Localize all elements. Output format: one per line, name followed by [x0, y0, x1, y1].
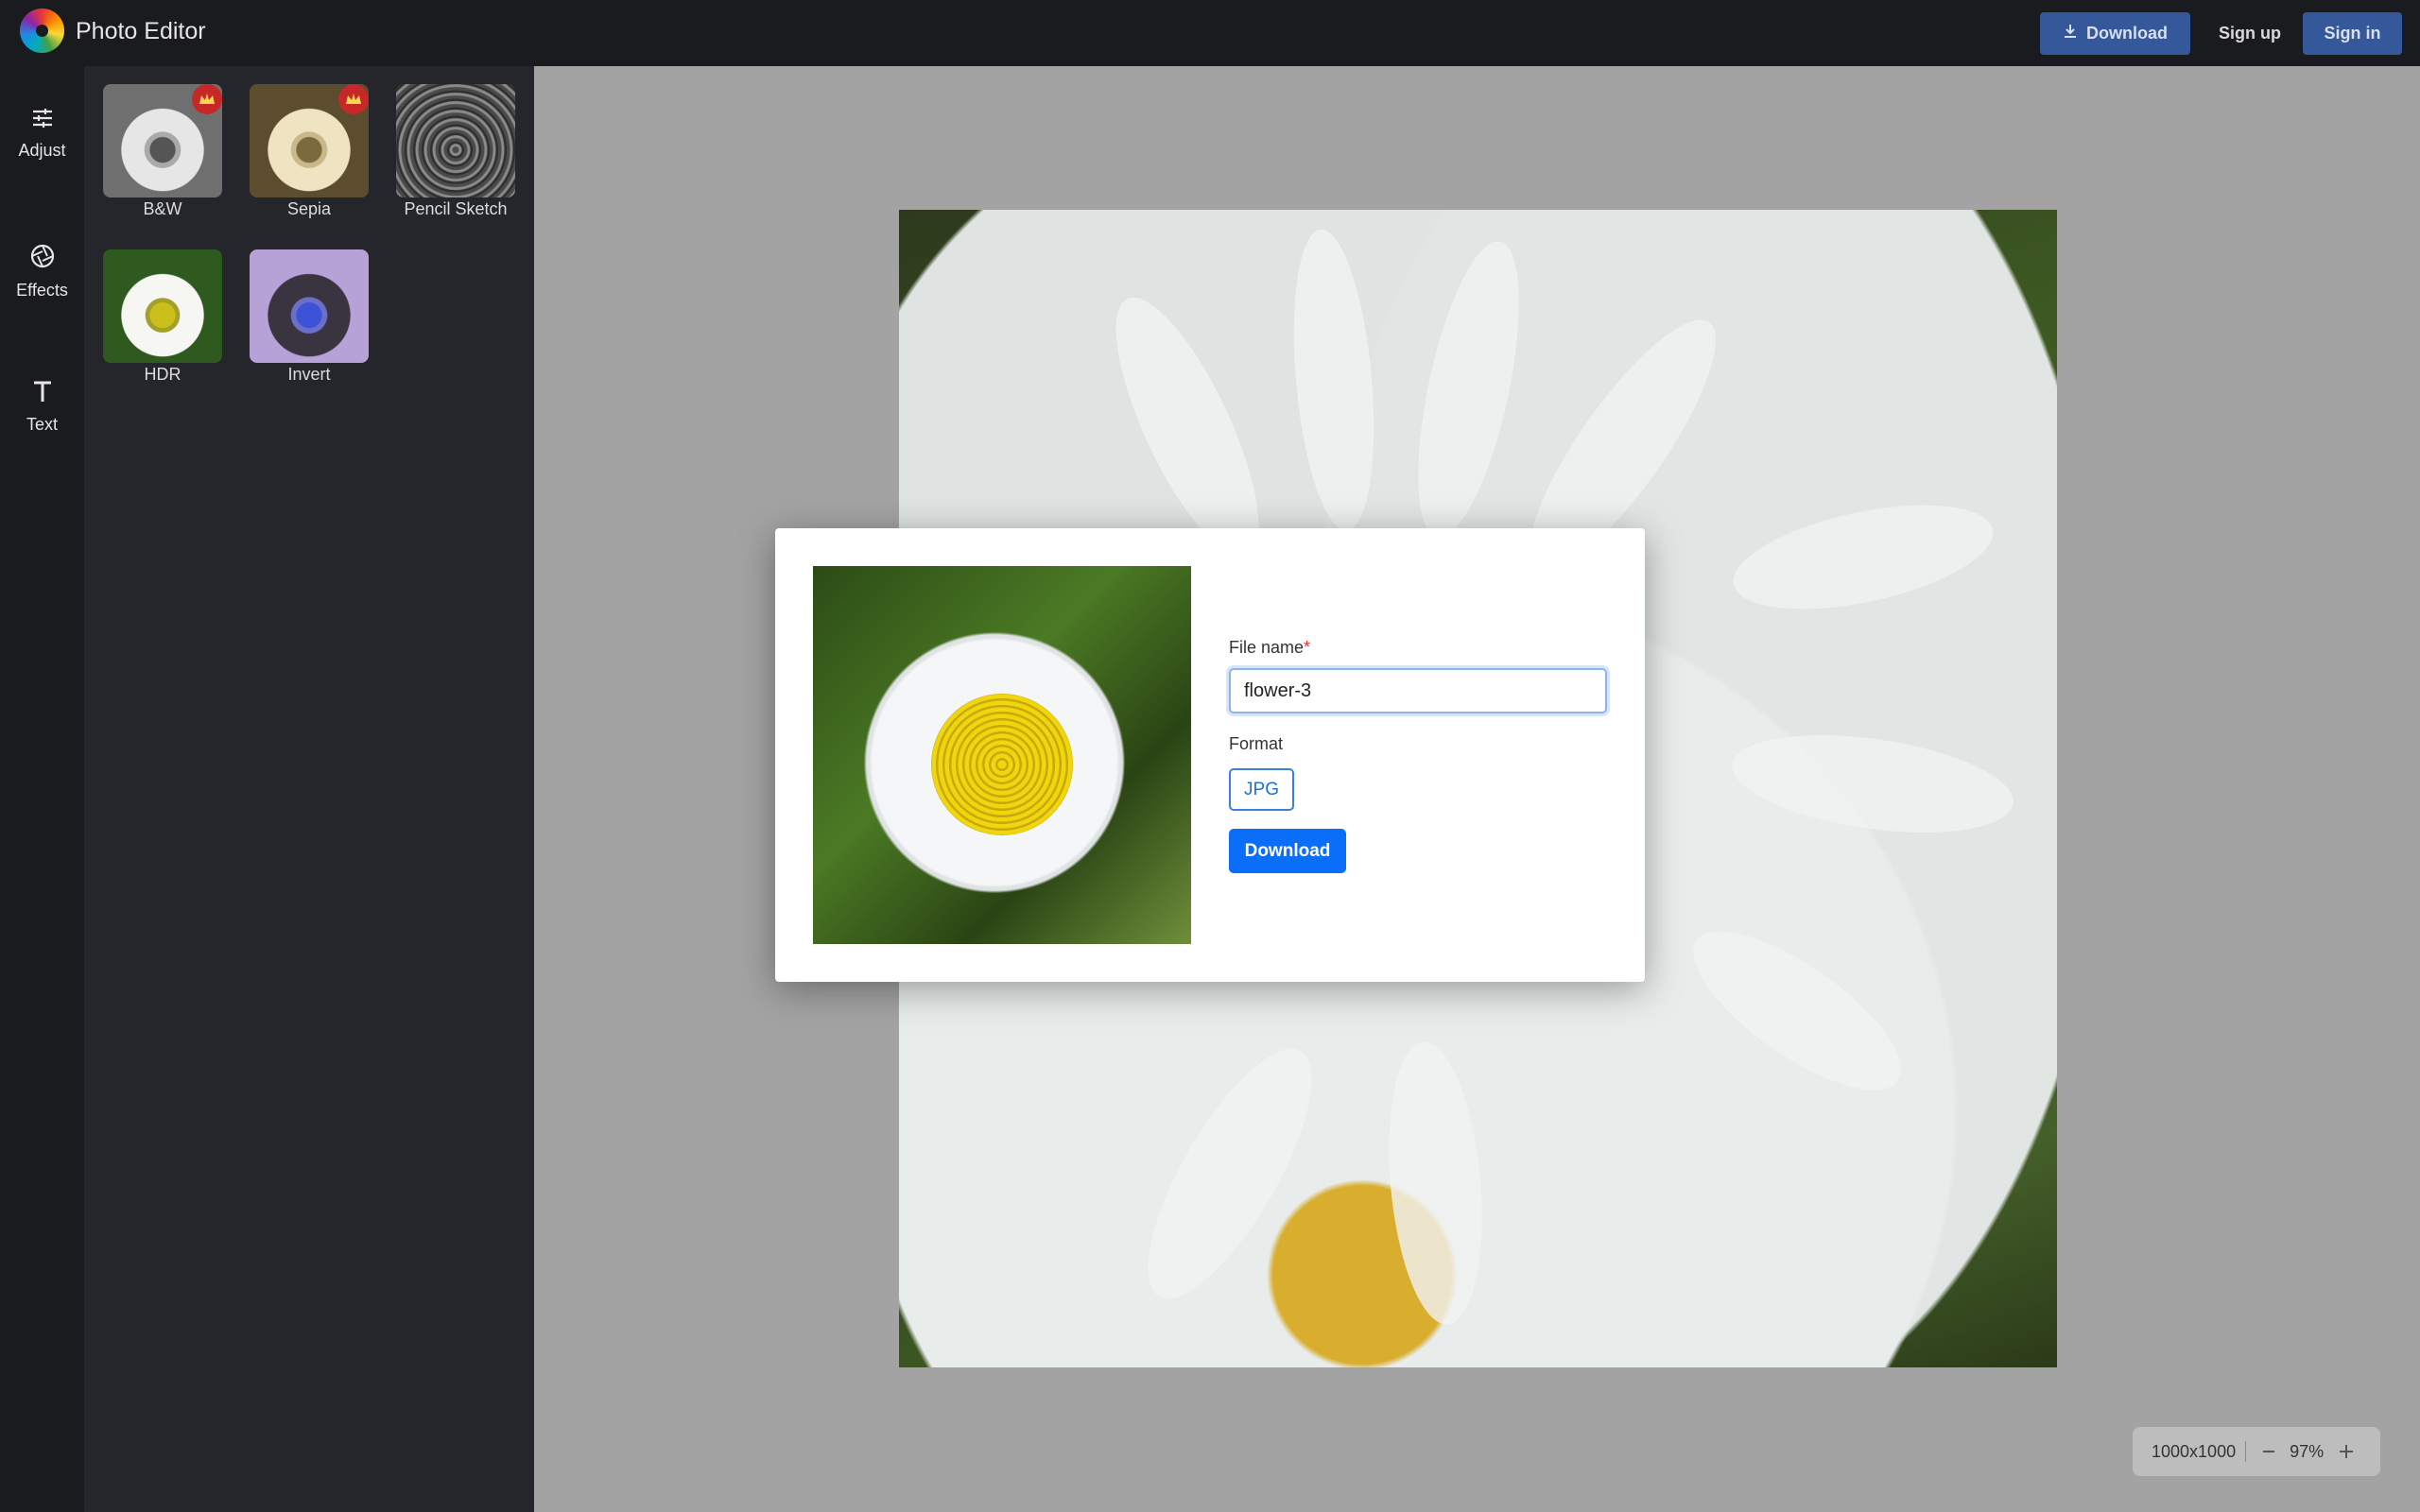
file-name-label-text: File name	[1229, 638, 1305, 657]
format-jpg-button[interactable]: JPG	[1229, 768, 1294, 811]
app-logo[interactable]	[20, 9, 64, 53]
top-bar: Photo Editor Download Sign up Sign in	[0, 0, 2420, 66]
required-marker: *	[1304, 638, 1311, 657]
file-name-label: File name*	[1229, 638, 1310, 658]
download-preview-image	[813, 566, 1191, 944]
app-title: Photo Editor	[76, 18, 206, 44]
top-download-label: Download	[2086, 24, 2168, 43]
sign-in-button[interactable]: Sign in	[2303, 12, 2402, 55]
file-name-input[interactable]	[1229, 668, 1607, 713]
format-label: Format	[1229, 734, 1284, 753]
download-dialog: File name* Format JPG Download	[775, 528, 1645, 982]
top-download-button[interactable]: Download	[2040, 12, 2190, 55]
sign-up-button[interactable]: Sign up	[2203, 12, 2297, 55]
download-icon	[2063, 24, 2078, 43]
download-button[interactable]: Download	[1229, 829, 1346, 873]
